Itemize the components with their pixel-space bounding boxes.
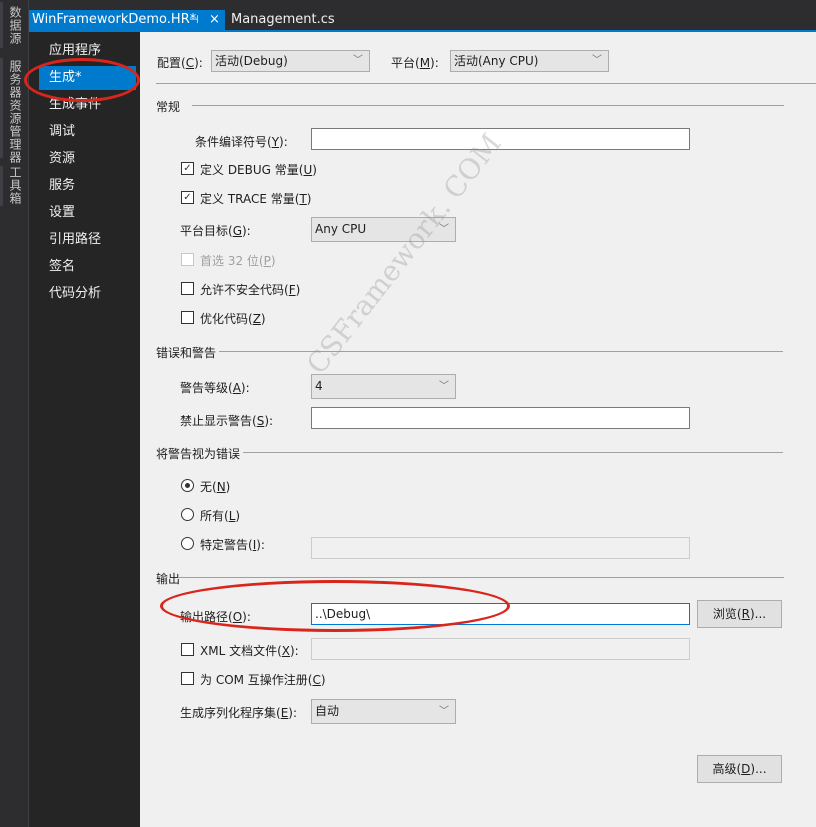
strip-tab-data-sources[interactable]: 数据源 xyxy=(4,6,24,45)
strip-divider xyxy=(0,58,3,158)
suppress-warnings-input[interactable] xyxy=(311,407,690,429)
browse-button[interactable]: 浏览(R)... xyxy=(697,600,782,628)
nav-item-build[interactable]: 生成* xyxy=(39,66,136,90)
nav-item-build-events[interactable]: 生成事件 xyxy=(39,93,136,117)
define-debug-checkbox[interactable]: ✓ xyxy=(181,162,194,175)
pin-icon[interactable]: ⊣ xyxy=(189,10,199,30)
radio-none[interactable] xyxy=(181,479,194,492)
platform-target-value: Any CPU xyxy=(315,222,367,236)
specific-warnings-input xyxy=(311,537,690,559)
radio-selected-dot xyxy=(185,483,190,488)
allow-unsafe-label: 允许不安全代码(F) xyxy=(200,283,301,297)
com-interop-label: 为 COM 互操作注册(C) xyxy=(200,673,326,687)
warning-level-select[interactable]: 4 ﹀ xyxy=(311,374,456,399)
nav-item-resources[interactable]: 资源 xyxy=(39,147,136,171)
platform-select[interactable]: 活动(Any CPU) ﹀ xyxy=(450,50,609,72)
warning-level-label: 警告等级(A): xyxy=(180,381,250,395)
document-tab-bar: WinFrameworkDemo.HR* ⊣ × Management.cs xyxy=(29,0,816,30)
xml-doc-input xyxy=(311,638,690,660)
close-icon[interactable]: × xyxy=(209,10,220,30)
xml-doc-checkbox[interactable] xyxy=(181,643,194,656)
radio-all-label: 所有(L) xyxy=(200,509,241,523)
nav-item-application[interactable]: 应用程序 xyxy=(39,39,136,63)
strip-tab-server-explorer[interactable]: 服务器资源管理器 xyxy=(4,60,24,164)
optimize-code-label: 优化代码(Z) xyxy=(200,312,266,326)
chevron-down-icon: ﹀ xyxy=(439,706,449,717)
tool-window-strip: 数据源 服务器资源管理器 工具箱 xyxy=(0,0,29,827)
radio-specific-label: 特定警告(I): xyxy=(200,538,265,552)
nav-item-settings[interactable]: 设置 xyxy=(39,201,136,225)
prefer-32bit-label: 首选 32 位(P) xyxy=(200,254,276,268)
conditional-symbols-input[interactable] xyxy=(311,128,690,150)
define-trace-checkbox[interactable]: ✓ xyxy=(181,191,194,204)
advanced-button[interactable]: 高级(D)... xyxy=(697,755,782,783)
chevron-down-icon: ﹀ xyxy=(439,381,449,392)
platform-label: 平台(M): xyxy=(391,56,439,70)
section-treat-warnings-title: 将警告视为错误 xyxy=(156,447,241,461)
output-path-label: 输出路径(O): xyxy=(180,610,251,624)
conditional-symbols-label: 条件编译符号(Y): xyxy=(195,135,288,149)
define-debug-label: 定义 DEBUG 常量(U) xyxy=(200,163,317,177)
warning-level-value: 4 xyxy=(315,379,323,393)
section-errors-title: 错误和警告 xyxy=(156,346,217,360)
strip-divider xyxy=(0,2,3,48)
strip-tab-toolbox[interactable]: 工具箱 xyxy=(4,166,24,205)
optimize-code-checkbox[interactable] xyxy=(181,311,194,324)
chevron-down-icon: ﹀ xyxy=(353,55,363,66)
nav-item-services[interactable]: 服务 xyxy=(39,174,136,198)
serialization-value: 自动 xyxy=(315,704,340,718)
platform-value: 活动(Any CPU) xyxy=(454,54,539,68)
divider xyxy=(156,83,816,84)
tab-management-cs[interactable]: Management.cs xyxy=(229,10,335,30)
xml-doc-label: XML 文档文件(X): xyxy=(200,644,299,658)
section-divider xyxy=(192,105,784,106)
nav-item-code-analysis[interactable]: 代码分析 xyxy=(39,282,136,306)
serialization-label: 生成序列化程序集(E): xyxy=(180,706,298,720)
radio-all[interactable] xyxy=(181,508,194,521)
nav-item-signing[interactable]: 签名 xyxy=(39,255,136,279)
com-interop-checkbox[interactable] xyxy=(181,672,194,685)
chevron-down-icon: ﹀ xyxy=(592,55,602,66)
section-divider xyxy=(243,452,783,453)
strip-divider xyxy=(0,166,3,206)
build-properties-page: 配置(C): 活动(Debug) ﹀ 平台(M): 活动(Any CPU) ﹀ 常规… xyxy=(140,32,816,827)
section-output-title: 输出 xyxy=(156,572,181,586)
nav-item-reference-paths[interactable]: 引用路径 xyxy=(39,228,136,252)
tab-label: WinFrameworkDemo.HR* xyxy=(32,12,197,27)
chevron-down-icon: ﹀ xyxy=(439,224,449,235)
nav-item-debug[interactable]: 调试 xyxy=(39,120,136,144)
section-general-title: 常规 xyxy=(156,100,181,114)
platform-target-label: 平台目标(G): xyxy=(180,224,251,238)
serialization-select[interactable]: 自动 ﹀ xyxy=(311,699,456,724)
configuration-value: 活动(Debug) xyxy=(215,54,288,68)
section-divider xyxy=(219,351,783,352)
radio-specific[interactable] xyxy=(181,537,194,550)
radio-none-label: 无(N) xyxy=(200,480,231,494)
tab-winframeworkdemo-hr[interactable]: WinFrameworkDemo.HR* ⊣ × xyxy=(29,10,225,30)
output-path-input[interactable]: ..\Debug\ xyxy=(311,603,690,625)
section-divider xyxy=(179,577,784,578)
configuration-label: 配置(C): xyxy=(157,56,203,70)
property-page-nav: 应用程序 生成* 生成事件 调试 资源 服务 设置 引用路径 签名 代码分析 xyxy=(29,32,140,827)
prefer-32bit-checkbox xyxy=(181,253,194,266)
allow-unsafe-checkbox[interactable] xyxy=(181,282,194,295)
platform-target-select[interactable]: Any CPU ﹀ xyxy=(311,217,456,242)
define-trace-label: 定义 TRACE 常量(T) xyxy=(200,192,312,206)
suppress-warnings-label: 禁止显示警告(S): xyxy=(180,414,274,428)
configuration-select[interactable]: 活动(Debug) ﹀ xyxy=(211,50,370,72)
